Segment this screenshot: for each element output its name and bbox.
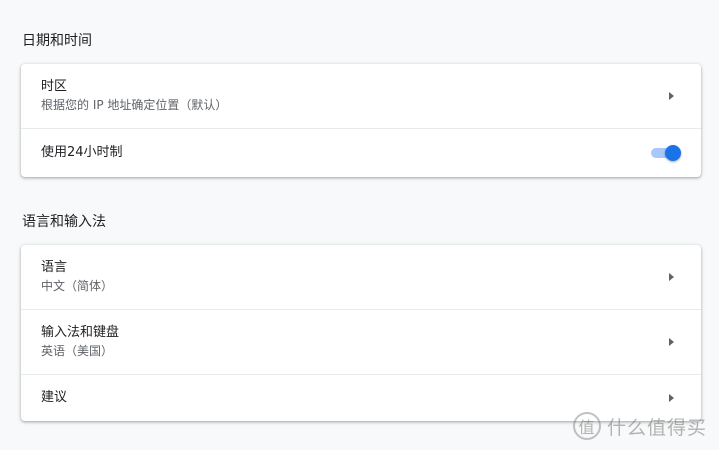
chevron-right-icon [669, 394, 674, 402]
timezone-row[interactable]: 时区 根据您的 IP 地址确定位置（默认） [21, 64, 701, 128]
clock-24h-row[interactable]: 使用24小时制 [21, 128, 701, 177]
input-method-label: 输入法和键盘 [41, 325, 120, 340]
input-method-row[interactable]: 输入法和键盘 英语（美国） [21, 309, 701, 374]
timezone-label: 时区 [41, 79, 68, 94]
settings-page: 日期和时间 时区 根据您的 IP 地址确定位置（默认） 使用24小时制 语言和输… [0, 0, 719, 450]
watermark-icon: 值 [572, 412, 601, 440]
timezone-value: 根据您的 IP 地址确定位置（默认） [41, 98, 228, 112]
language-row[interactable]: 语言 中文（简体） [21, 245, 701, 309]
language-section-title: 语言和输入法 [22, 214, 106, 230]
clock-24h-label: 使用24小时制 [41, 145, 123, 160]
datetime-card: 时区 根据您的 IP 地址确定位置（默认） 使用24小时制 [21, 64, 701, 177]
chevron-right-icon [669, 273, 674, 281]
watermark-logo: 值 什么值得买 [572, 412, 707, 440]
chevron-right-icon [669, 338, 674, 346]
watermark-text: 什么值得买 [606, 416, 707, 439]
chevron-right-icon [669, 92, 674, 100]
datetime-section-title: 日期和时间 [22, 33, 92, 49]
clock-24h-toggle[interactable] [649, 145, 681, 161]
language-label: 语言 [41, 260, 68, 275]
language-card: 语言 中文（简体） 输入法和键盘 英语（美国） 建议 [21, 245, 701, 421]
suggestions-label: 建议 [41, 390, 68, 405]
language-value: 中文（简体） [41, 279, 114, 293]
input-method-value: 英语（美国） [41, 344, 114, 358]
toggle-knob [665, 145, 681, 161]
